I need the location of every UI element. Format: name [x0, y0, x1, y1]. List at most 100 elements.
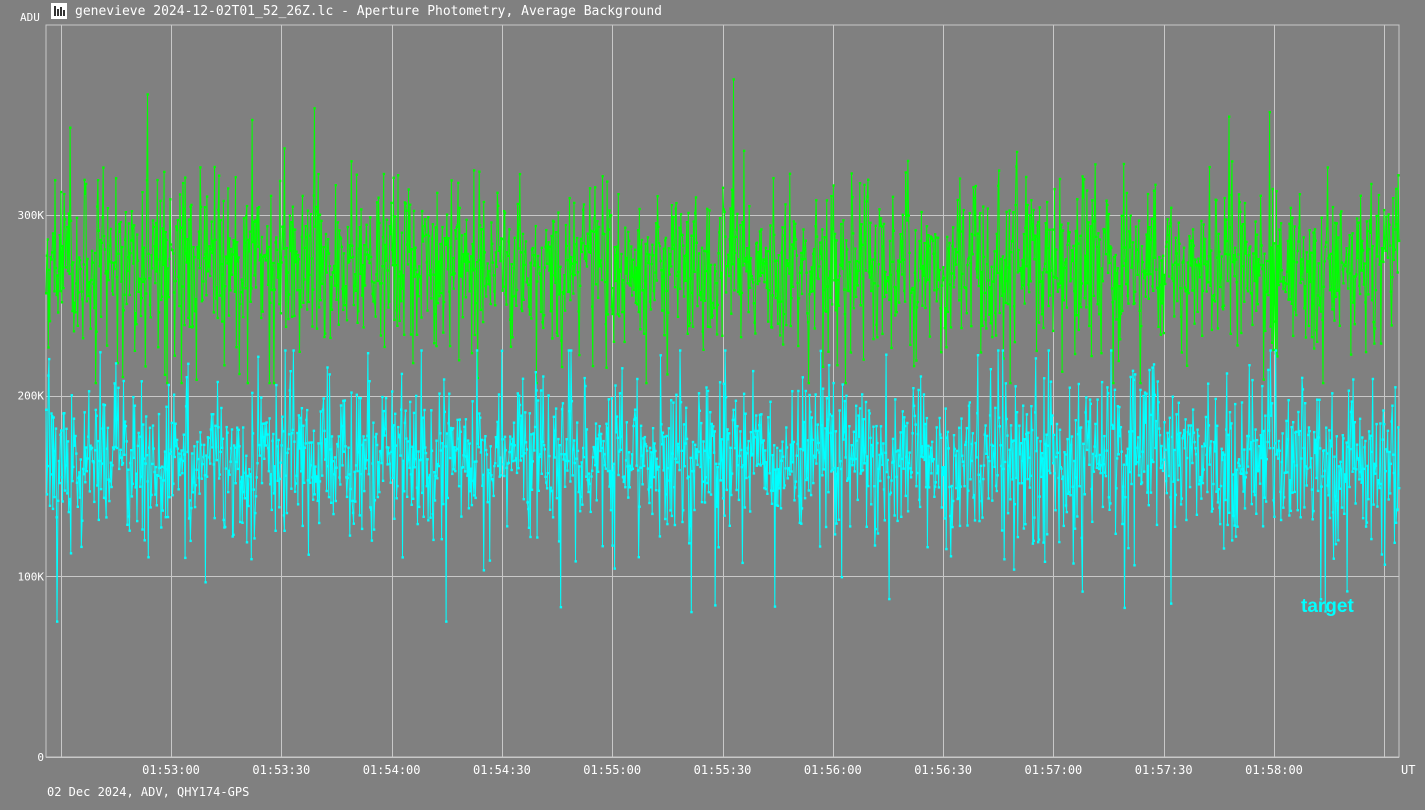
data-point — [727, 432, 731, 435]
data-point — [945, 547, 948, 551]
data-point — [946, 235, 949, 239]
data-point — [496, 420, 499, 424]
data-point — [1134, 373, 1137, 376]
data-point — [1376, 255, 1379, 258]
data-point — [390, 450, 393, 453]
data-point — [1085, 306, 1088, 309]
data-point — [1033, 258, 1036, 261]
data-point — [1150, 217, 1153, 220]
data-point — [197, 230, 201, 233]
data-point — [260, 316, 263, 320]
data-point — [1338, 487, 1341, 490]
data-point — [375, 201, 379, 204]
data-point — [155, 504, 158, 507]
data-point — [440, 538, 443, 541]
data-point — [672, 215, 675, 219]
data-point — [736, 425, 739, 428]
data-point — [962, 464, 965, 467]
data-point — [938, 268, 941, 272]
data-point — [168, 257, 171, 261]
data-point — [1362, 467, 1366, 471]
data-point — [340, 424, 343, 428]
data-point — [663, 435, 666, 438]
data-point — [192, 481, 195, 484]
data-point — [805, 271, 808, 274]
data-point — [172, 393, 176, 396]
data-point — [932, 458, 935, 461]
data-point — [557, 437, 560, 441]
data-point — [215, 297, 218, 300]
data-point — [327, 238, 330, 241]
data-point — [1084, 411, 1087, 414]
data-point — [804, 389, 807, 393]
data-point — [133, 349, 137, 352]
data-point — [1328, 516, 1332, 520]
data-point — [221, 273, 225, 276]
data-point — [445, 243, 448, 246]
data-point — [780, 459, 783, 462]
data-point — [1091, 199, 1094, 202]
data-point — [1023, 302, 1026, 305]
data-point — [458, 206, 461, 210]
data-point — [733, 289, 736, 292]
data-point — [1091, 452, 1095, 456]
data-point — [1215, 490, 1218, 493]
data-point — [130, 239, 133, 242]
data-point — [589, 251, 592, 254]
data-point — [1216, 327, 1220, 330]
app-icon[interactable] — [51, 3, 67, 19]
data-point — [1094, 454, 1098, 458]
data-point — [102, 166, 105, 169]
data-point — [1124, 259, 1127, 262]
data-point — [457, 359, 461, 362]
data-point — [527, 507, 530, 511]
data-point — [1112, 381, 1115, 385]
data-point — [715, 462, 718, 465]
data-point — [895, 311, 898, 314]
data-point — [307, 553, 310, 556]
data-point — [288, 389, 292, 392]
data-point — [242, 490, 246, 494]
data-point — [869, 436, 872, 440]
data-point — [509, 345, 513, 348]
data-point — [1262, 429, 1265, 433]
data-point — [1012, 568, 1016, 571]
data-point — [613, 246, 616, 249]
data-point — [1130, 482, 1133, 486]
data-point — [1311, 518, 1314, 521]
data-point — [719, 479, 722, 482]
data-point — [1049, 294, 1052, 297]
data-point — [198, 267, 201, 270]
data-point — [445, 620, 448, 623]
data-point — [296, 431, 299, 435]
data-point — [1245, 471, 1248, 474]
data-point — [545, 481, 548, 484]
data-point — [840, 467, 843, 471]
data-point — [127, 515, 131, 518]
data-point — [812, 481, 815, 485]
data-point — [45, 408, 48, 411]
data-point — [824, 310, 828, 313]
data-point — [747, 439, 750, 443]
data-point — [673, 486, 676, 489]
data-point — [245, 204, 249, 208]
data-point — [478, 412, 481, 415]
data-point — [1120, 214, 1123, 217]
data-point — [337, 435, 340, 438]
data-point — [562, 458, 565, 461]
data-point — [429, 268, 432, 272]
data-point — [1356, 256, 1359, 260]
data-point — [1343, 265, 1347, 268]
data-point — [1034, 235, 1038, 238]
data-point — [512, 459, 515, 463]
data-point — [415, 486, 419, 489]
data-point — [597, 433, 601, 437]
data-point — [771, 294, 774, 297]
data-point — [354, 500, 357, 503]
data-point — [249, 475, 252, 478]
data-point — [1041, 271, 1044, 274]
data-point — [885, 280, 889, 283]
data-point — [123, 453, 126, 456]
data-point — [394, 444, 398, 447]
data-point — [523, 452, 526, 455]
